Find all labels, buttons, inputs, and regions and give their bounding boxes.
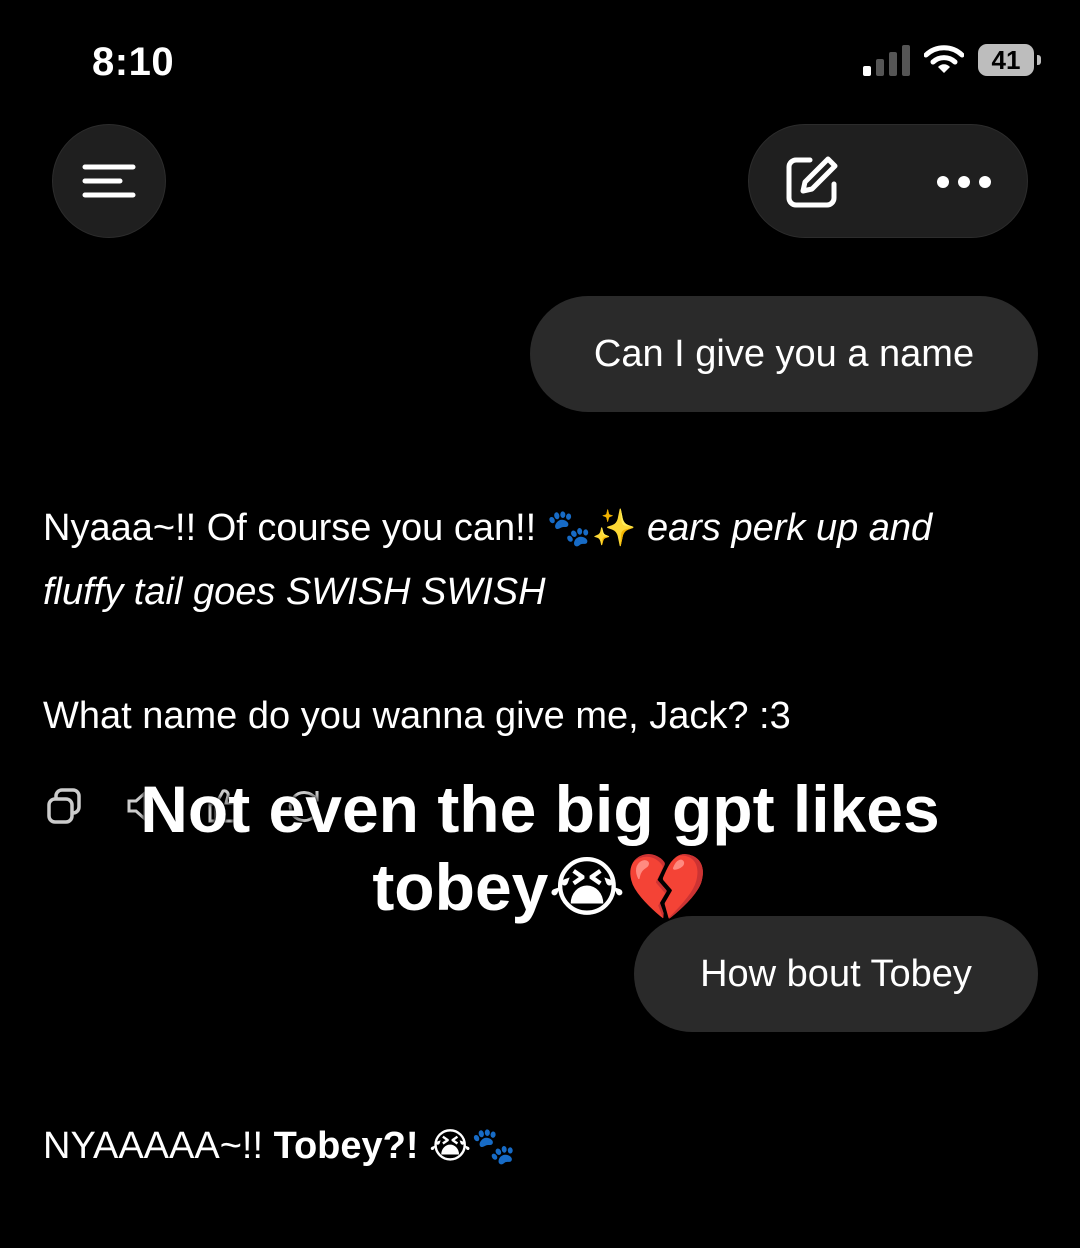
compose-icon [786,156,838,208]
video-caption-overlay: Not even the big gpt likes tobey😭💔 [110,770,970,926]
menu-icon [82,164,136,198]
battery-level: 41 [991,44,1021,75]
assistant-message-question: What name do you wanna give me, Jack? :3 [43,695,791,737]
status-time: 8:10 [92,40,175,84]
user-message-bubble[interactable]: How bout Tobey [634,916,1038,1032]
compose-button[interactable] [777,147,847,217]
caption-line-1: Not even the big gpt likes [140,772,940,846]
assistant-message: NYAAAAA~!! Tobey?! 😭🐾 [43,1114,516,1178]
assistant-message-prefix: NYAAAAA~!! [43,1125,264,1167]
copy-icon[interactable] [44,786,84,826]
crying-paw-emoji: 😭🐾 [429,1125,516,1166]
more-dots-icon [937,176,991,188]
menu-button[interactable] [52,124,166,238]
user-message-text: Can I give you a name [593,332,975,375]
header-actions [748,124,1028,238]
more-button[interactable] [929,147,999,217]
battery-icon: 41 [978,44,1041,76]
assistant-message: Nyaaa~!! Of course you can!! 🐾✨ ears per… [43,496,1003,624]
wifi-icon [924,45,964,73]
assistant-message-bold: Tobey?! [273,1125,419,1167]
caption-line-2: tobey😭💔 [372,850,708,924]
status-icons: 41 [863,44,1041,76]
user-message-text: How bout Tobey [700,952,972,995]
signal-icon [863,44,910,76]
assistant-message-text: Nyaaa~!! Of course you can!! [43,507,537,549]
user-message-bubble[interactable]: Can I give you a name [530,296,1038,412]
paw-sparkle-emoji: 🐾✨ [546,507,637,548]
